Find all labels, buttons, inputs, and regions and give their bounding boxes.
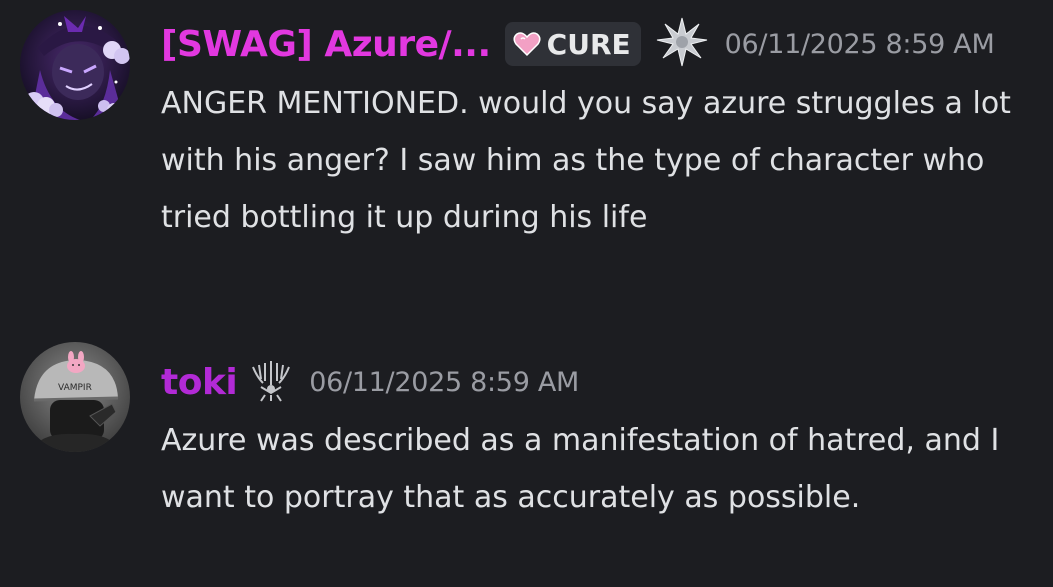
avatar-image: VAMPIR [20, 342, 130, 452]
username[interactable]: [SWAG] Azure/... [161, 24, 491, 65]
message-item: VAMPIR toki 06/11/2025 8:59 AM Azure was… [0, 330, 1053, 587]
message-header: toki 06/11/2025 8:59 AM [161, 356, 579, 408]
pink-heart-icon [513, 31, 541, 57]
silver-star-badge-icon[interactable] [655, 16, 709, 72]
user-avatar[interactable]: VAMPIR [20, 342, 130, 452]
message-timestamp[interactable]: 06/11/2025 8:59 AM [725, 29, 995, 60]
message-header: [SWAG] Azure/... CURE 06/11/2025 8:59 AM [161, 16, 995, 72]
guild-tag-label: CURE [546, 27, 631, 61]
guild-tag[interactable]: CURE [504, 22, 641, 66]
message-content: ANGER MENTIONED. would you say azure str… [161, 86, 1011, 235]
avatar-image [20, 10, 130, 120]
user-avatar[interactable] [20, 10, 130, 120]
message-timestamp[interactable]: 06/11/2025 8:59 AM [309, 367, 579, 398]
message-content: Azure was described as a manifestation o… [161, 423, 1000, 515]
username[interactable]: toki [161, 362, 238, 403]
eagle-emblem-badge-icon[interactable] [247, 355, 295, 409]
svg-text:VAMPIR: VAMPIR [58, 383, 92, 393]
message-item: [SWAG] Azure/... CURE 06/11/2025 8:59 AM… [0, 0, 1053, 330]
